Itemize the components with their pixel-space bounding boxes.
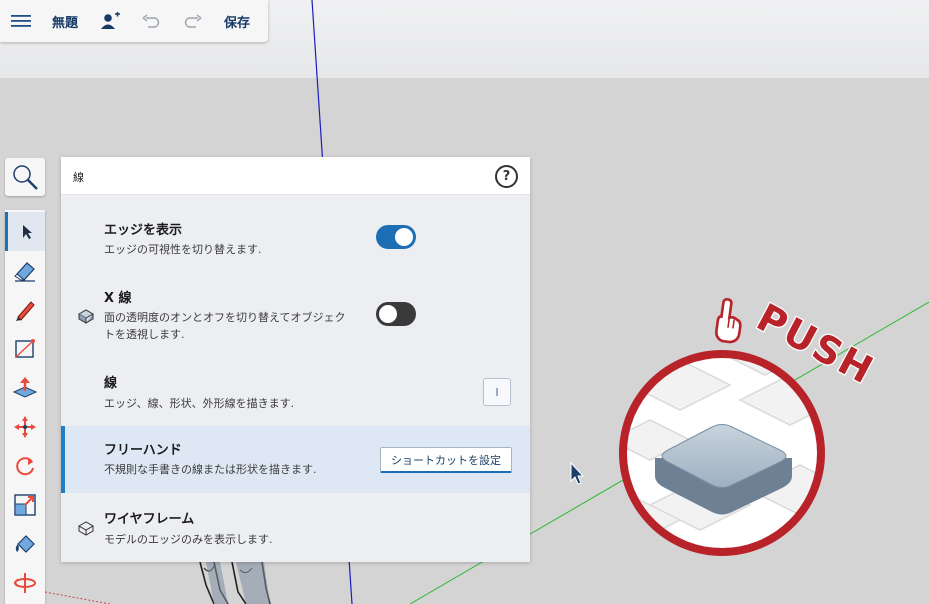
row-description-line-1: 面の透明度のオンとオフを切り替えてオブジェク	[104, 311, 346, 324]
select-arrow-icon	[22, 224, 32, 239]
select-tool[interactable]	[5, 212, 45, 251]
pencil-icon	[16, 300, 35, 321]
pencil-tool[interactable]	[5, 290, 45, 329]
panel-title: 線	[73, 171, 84, 184]
row-title: ワイヤフレーム	[104, 512, 195, 527]
scale-tool[interactable]	[5, 485, 45, 524]
rotate-icon	[16, 456, 34, 475]
row-title: エッジを表示	[104, 223, 183, 238]
add-user-icon[interactable]	[100, 0, 121, 42]
scale-figure-fill	[206, 562, 270, 604]
row-description: エッジの可視性を切り替えます.	[104, 243, 262, 256]
help-button[interactable]: ?	[495, 165, 518, 188]
list-item-line[interactable]: 線 エッジ、線、形状、外形線を描きます.	[61, 363, 530, 419]
pointing-hand-icon	[715, 298, 742, 344]
row-title: X 線	[104, 291, 132, 306]
list-item-show-edges[interactable]: エッジを表示 エッジの可視性を切り替えます.	[61, 207, 530, 269]
hamburger-menu-icon[interactable]	[10, 0, 32, 42]
panel-header: 線 ?	[61, 157, 530, 195]
top-toolbar: 無題 保存	[0, 0, 268, 42]
move-icon	[14, 415, 36, 438]
magnifier-icon	[13, 165, 38, 190]
redo-icon[interactable]	[184, 0, 202, 42]
toggle-knob	[395, 228, 413, 246]
xray-icon	[77, 309, 95, 324]
document-title[interactable]: 無題	[52, 0, 78, 42]
mouse-cursor-icon	[570, 462, 585, 485]
push-pull-tool[interactable]	[5, 368, 45, 407]
set-shortcut-button[interactable]: ショートカットを設定	[380, 447, 512, 473]
eraser-tool[interactable]	[5, 251, 45, 290]
instructor-panel: 線 ? エッジを表示 エッジの可視性を切り替えます. X 線 面の透明度のオンと…	[61, 157, 530, 562]
row-description: モデルのエッジのみを表示します.	[104, 533, 273, 546]
list-item-xray[interactable]: X 線 面の透明度のオンとオフを切り替えてオブジェク トを透視します.	[61, 281, 530, 351]
orbit-tool[interactable]	[5, 563, 45, 602]
row-title: 線	[104, 376, 118, 391]
toggle-knob	[379, 305, 397, 323]
row-description-line-2: トを透視します.	[104, 328, 185, 341]
push-button-graphic: PUSH	[619, 294, 880, 556]
save-button[interactable]: 保存	[224, 0, 250, 42]
row-description: エッジ、線、形状、外形線を描きます.	[104, 397, 295, 410]
search-tool-button[interactable]	[5, 158, 45, 196]
list-item-wireframe[interactable]: ワイヤフレーム モデルのエッジのみを表示します.	[61, 503, 530, 559]
row-title: フリーハンド	[104, 443, 182, 458]
eraser-icon	[14, 261, 35, 282]
wireframe-icon	[77, 521, 95, 536]
rectangle-tool[interactable]	[5, 329, 45, 368]
push-pull-icon	[12, 376, 38, 398]
xray-toggle[interactable]	[376, 302, 416, 326]
red-axis-dotted	[44, 591, 111, 604]
paint-bucket-icon	[15, 534, 35, 553]
move-tool[interactable]	[5, 407, 45, 446]
paint-bucket-tool[interactable]	[5, 524, 45, 563]
show-edges-toggle[interactable]	[376, 225, 416, 249]
tool-strip	[5, 210, 45, 604]
shortcut-key-chip[interactable]: l	[483, 378, 511, 406]
orbit-icon	[14, 572, 36, 593]
rectangle-icon	[15, 338, 35, 358]
undo-icon[interactable]	[142, 0, 160, 42]
rotate-tool[interactable]	[5, 446, 45, 485]
scale-icon	[14, 493, 36, 516]
row-description: 不規則な手書きの線または形状を描きます.	[104, 463, 317, 476]
